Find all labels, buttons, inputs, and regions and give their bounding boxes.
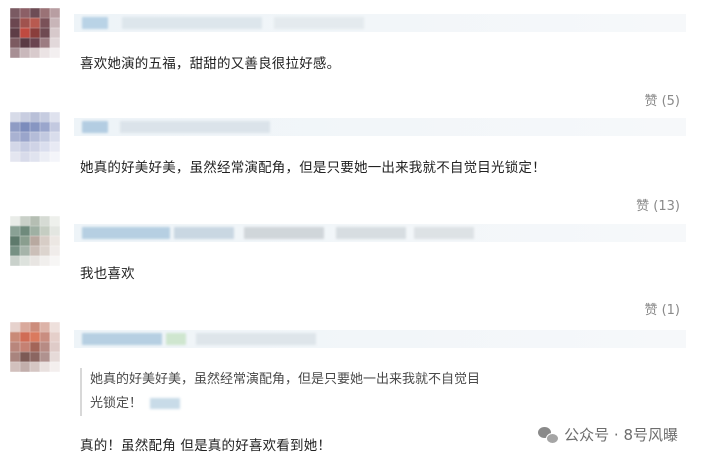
avatar[interactable] bbox=[10, 322, 60, 372]
quoted-text-line: 光锁定！ bbox=[90, 392, 530, 416]
avatar[interactable] bbox=[10, 216, 60, 266]
username-redacted bbox=[74, 330, 686, 348]
username-redacted bbox=[74, 118, 686, 136]
watermark-text: 公众号 · 8号风曝 bbox=[564, 426, 678, 444]
username-redacted bbox=[74, 224, 686, 242]
like-count: 赞 (1) bbox=[644, 303, 680, 318]
like-button[interactable]: 赞 (5) bbox=[644, 90, 680, 109]
comment-text: 喜欢她演的五福，甜甜的又善良很拉好感。 bbox=[80, 56, 341, 72]
comment-text: 我也喜欢 bbox=[80, 266, 135, 282]
like-count: 赞 (5) bbox=[644, 94, 680, 109]
username-redacted bbox=[74, 14, 686, 32]
like-button[interactable]: 赞 (13) bbox=[636, 195, 680, 214]
comment-text: 真的！虽然配角 但是真的好喜欢看到她！ bbox=[80, 438, 332, 454]
avatar[interactable] bbox=[10, 8, 60, 58]
quoted-reply: 她真的好美好美，虽然经常演配角，但是只要她一出来我就不自觉目 光锁定！ bbox=[80, 368, 530, 416]
quoted-username-redacted bbox=[150, 398, 181, 409]
watermark: 公众号 · 8号风曝 bbox=[538, 424, 678, 445]
comment-text: 她真的好美好美，虽然经常演配角，但是只要她一出来我就不自觉目光锁定！ bbox=[80, 160, 546, 176]
like-count: 赞 (13) bbox=[636, 199, 680, 214]
quoted-text-line: 她真的好美好美，虽然经常演配角，但是只要她一出来我就不自觉目 bbox=[90, 372, 481, 387]
avatar[interactable] bbox=[10, 112, 60, 162]
quoted-text-line-end: 光锁定！ bbox=[90, 396, 143, 411]
like-button[interactable]: 赞 (1) bbox=[644, 299, 680, 318]
wechat-icon bbox=[538, 426, 560, 444]
